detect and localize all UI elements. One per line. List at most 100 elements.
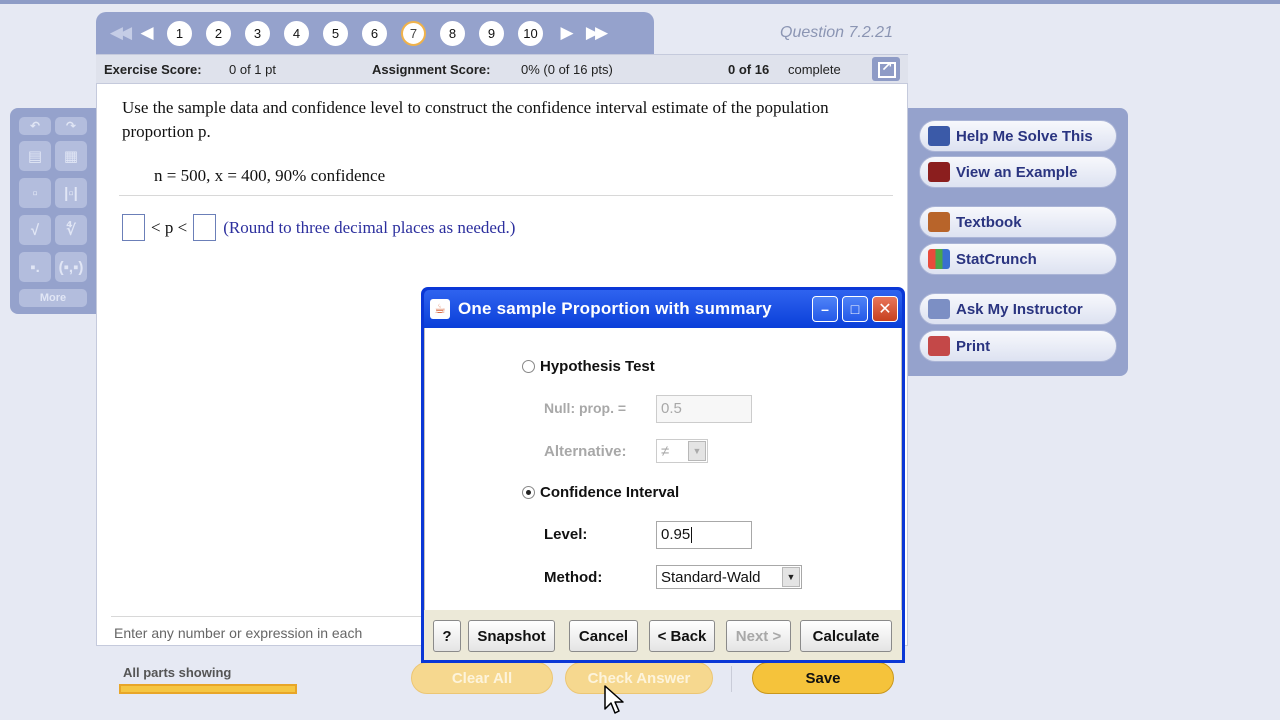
book-icon (928, 212, 950, 232)
null-prop-input[interactable]: 0.5 (656, 395, 752, 423)
view-example-button[interactable]: View an Example (919, 156, 1117, 188)
alternative-label: Alternative: (544, 443, 627, 460)
ask-instructor-button[interactable]: Ask My Instructor (919, 293, 1117, 325)
parts-label: All parts showing (123, 665, 232, 680)
complete-label: complete (788, 62, 841, 77)
question-number-2[interactable]: 2 (206, 20, 231, 46)
assignment-score-label: Assignment Score: (372, 62, 491, 77)
dialog-titlebar[interactable]: ☕ One sample Proportion with summary – □… (424, 290, 902, 328)
question-number-4[interactable]: 4 (284, 20, 309, 46)
level-input[interactable]: 0.95 (656, 521, 752, 549)
complete-count: 0 of 16 (728, 62, 770, 77)
parts-progress-fill (121, 686, 295, 692)
minimize-icon[interactable]: – (812, 296, 838, 322)
save-button[interactable]: Save (752, 662, 894, 694)
first-question-icon[interactable]: ◀◀ (104, 21, 134, 45)
snapshot-button[interactable]: Snapshot (468, 620, 555, 652)
dialog-body: Hypothesis Test Null: prop. = 0.5 Altern… (424, 328, 902, 610)
exercise-score-value: 0 of 1 pt (229, 62, 276, 77)
nth-root-icon[interactable]: ∜ (55, 215, 87, 245)
square-root-icon[interactable]: √ (19, 215, 51, 245)
alternative-value: ≠ (661, 442, 670, 460)
score-bar: Exercise Score: 0 of 1 pt Assignment Sco… (96, 54, 908, 84)
dialog-footer: ? Snapshot Cancel < Back Next > Calculat… (424, 610, 902, 660)
next-question-icon[interactable]: ▶ (554, 21, 580, 45)
exercise-score-label: Exercise Score: (104, 62, 202, 77)
method-select[interactable]: Standard-Wald ▼ (656, 565, 802, 589)
clear-all-button[interactable]: Clear All (411, 662, 553, 694)
mouse-cursor-icon (604, 685, 624, 714)
more-button[interactable]: More (19, 289, 87, 307)
question-number-9[interactable]: 9 (479, 20, 504, 46)
close-icon[interactable]: ✕ (872, 296, 898, 322)
null-prop-label: Null: prop. = (544, 400, 627, 416)
instructor-icon (928, 299, 950, 319)
bar-chart-icon (928, 249, 950, 269)
ask-instructor-label: Ask My Instructor (956, 300, 1083, 318)
help-button[interactable]: ? (433, 620, 461, 652)
cancel-button[interactable]: Cancel (569, 620, 638, 652)
ordered-pair-icon[interactable]: (▪,▪) (55, 252, 87, 282)
exponent-icon[interactable]: ▫ (19, 178, 51, 208)
decimal-icon[interactable]: ▪. (19, 252, 51, 282)
confidence-interval-radio[interactable] (522, 486, 535, 499)
question-id: Question 7.2.21 (780, 24, 893, 41)
print-button[interactable]: Print (919, 330, 1117, 362)
question-nav: ◀◀ ◀ 1 2 3 4 5 6 7 8 9 10 ▶ ▶▶ (96, 12, 654, 54)
math-palette: ↶ ↷ ▤ ▦ ▫ |▫| √ ∜ ▪. (▪,▪) More (10, 108, 96, 314)
binoculars-icon (928, 162, 950, 182)
key-icon (928, 126, 950, 146)
hypothesis-test-radio[interactable] (522, 360, 535, 373)
next-button[interactable]: Next > (726, 620, 791, 652)
help-me-solve-label: Help Me Solve This (956, 127, 1093, 145)
divider (119, 195, 893, 196)
last-question-icon[interactable]: ▶▶ (580, 21, 610, 45)
chevron-down-icon: ▼ (782, 567, 800, 587)
upper-bound-input[interactable] (193, 214, 217, 241)
printer-icon (928, 336, 950, 356)
question-number-3[interactable]: 3 (245, 20, 270, 46)
previous-question-icon[interactable]: ◀ (134, 21, 160, 45)
question-number-8[interactable]: 8 (440, 20, 465, 46)
question-number-10[interactable]: 10 (518, 20, 543, 46)
entry-hint: Enter any number or expression in each (114, 625, 363, 641)
fraction-icon[interactable]: ▤ (19, 141, 51, 171)
redo-icon[interactable]: ↷ (55, 117, 87, 135)
method-label: Method: (544, 569, 603, 586)
question-text: Use the sample data and confidence level… (122, 98, 829, 141)
check-answer-button[interactable]: Check Answer (565, 662, 713, 694)
level-label: Level: (544, 526, 588, 543)
divider (731, 666, 732, 692)
maximize-icon[interactable]: □ (842, 296, 868, 322)
level-value: 0.95 (661, 526, 691, 543)
text-caret (691, 527, 693, 544)
parts-progress-bar (119, 684, 297, 694)
given-data: n = 500, x = 400, 90% confidence (154, 166, 386, 185)
hypothesis-test-label: Hypothesis Test (540, 358, 655, 375)
back-button[interactable]: < Back (649, 620, 715, 652)
absolute-value-icon[interactable]: |▫| (55, 178, 87, 208)
chevron-down-icon: ▼ (688, 441, 706, 461)
question-number-1[interactable]: 1 (167, 20, 192, 46)
dialog-title: One sample Proportion with summary (458, 299, 772, 318)
textbook-button[interactable]: Textbook (919, 206, 1117, 238)
alternative-select[interactable]: ≠ ▼ (656, 439, 708, 463)
statcrunch-button[interactable]: StatCrunch (919, 243, 1117, 275)
undo-icon[interactable]: ↶ (19, 117, 51, 135)
confidence-interval-label: Confidence Interval (540, 484, 680, 501)
inequality-text: < p < (151, 217, 188, 237)
top-strip (0, 0, 1280, 4)
help-me-solve-button[interactable]: Help Me Solve This (919, 120, 1117, 152)
calculate-button[interactable]: Calculate (800, 620, 892, 652)
question-number-7-current[interactable]: 7 (401, 20, 426, 46)
rounding-hint: (Round to three decimal places as needed… (223, 217, 516, 237)
expand-icon[interactable] (872, 57, 900, 81)
statcrunch-label: StatCrunch (956, 250, 1037, 268)
tools-panel: Help Me Solve This View an Example Textb… (908, 108, 1128, 376)
print-label: Print (956, 337, 991, 355)
question-number-6[interactable]: 6 (362, 20, 387, 46)
mixed-number-icon[interactable]: ▦ (55, 141, 87, 171)
question-number-5[interactable]: 5 (323, 20, 348, 46)
lower-bound-input[interactable] (122, 214, 145, 241)
method-value: Standard-Wald (661, 568, 761, 586)
